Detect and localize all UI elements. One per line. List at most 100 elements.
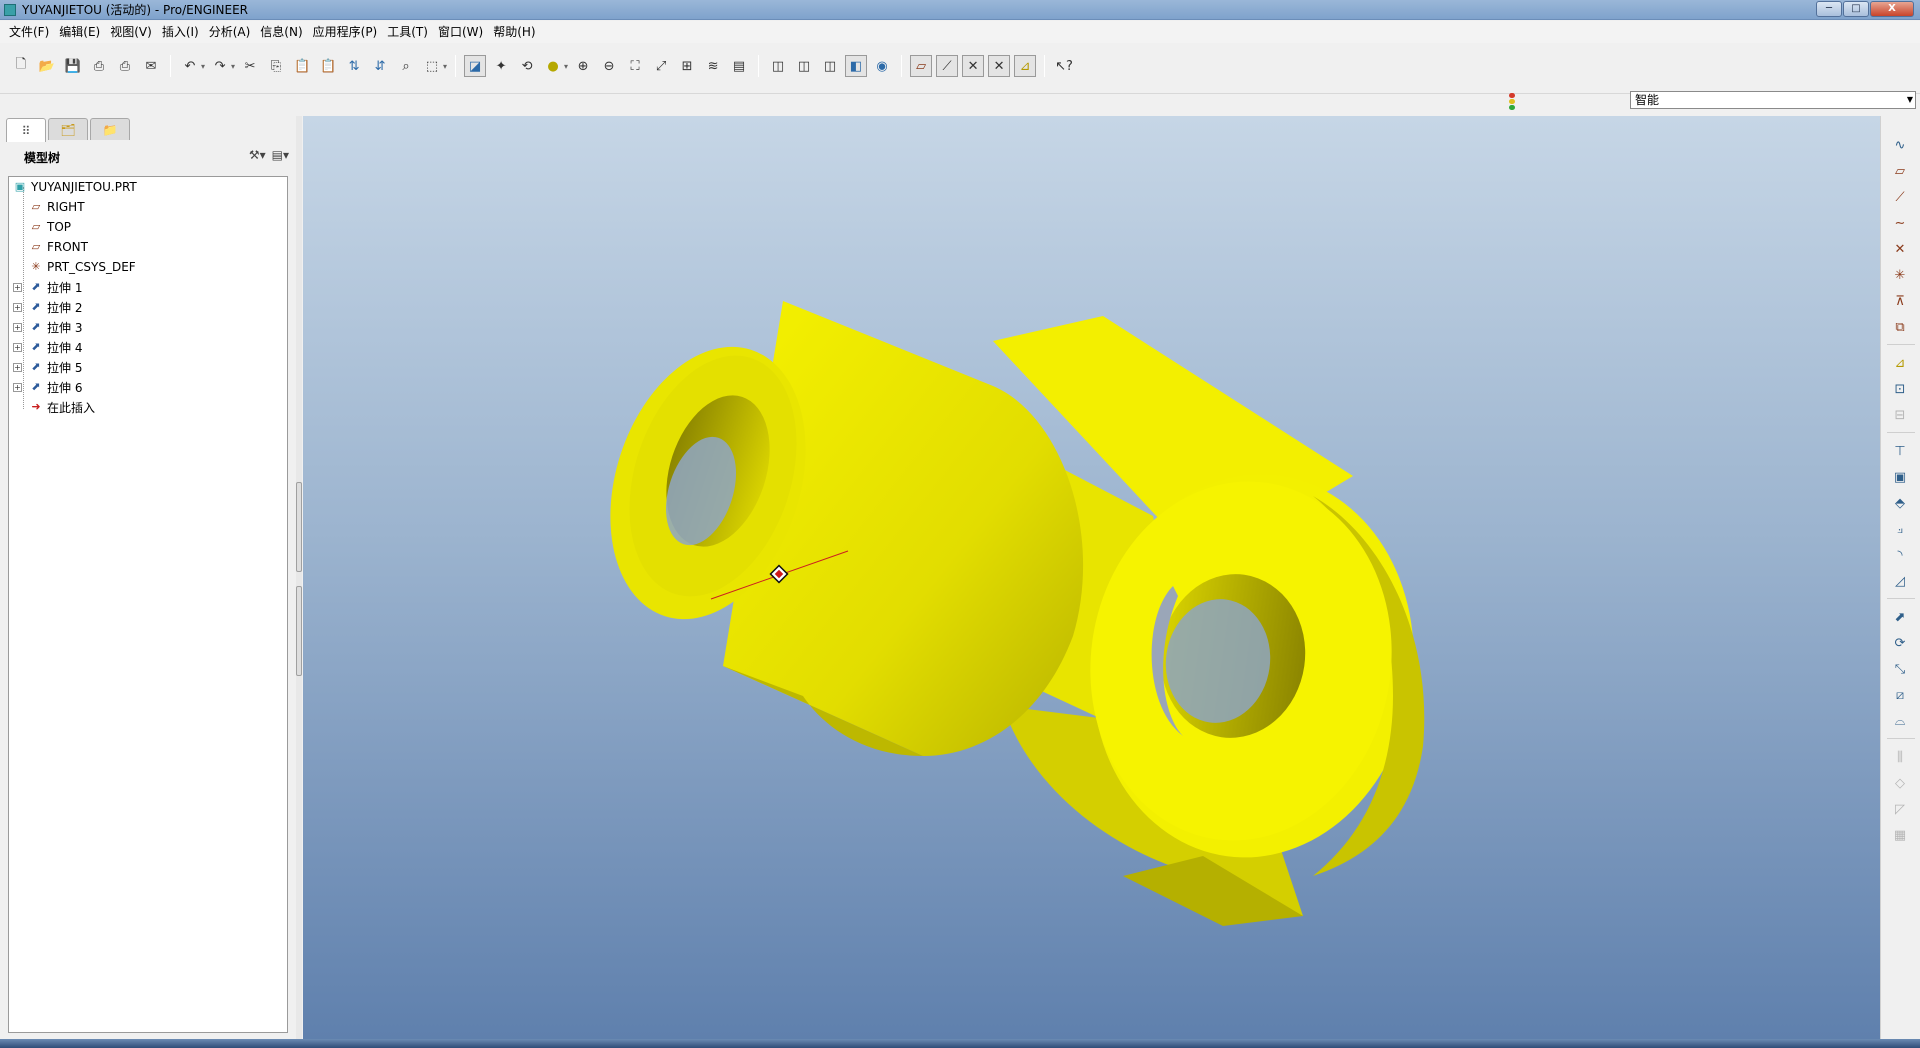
panel-splitter[interactable]: [296, 116, 302, 1039]
tree-item-extrude-6[interactable]: ⬈ 拉伸 6: [29, 377, 82, 397]
paste-special-icon[interactable]: 📋: [317, 55, 339, 77]
datum-ref-tool-icon[interactable]: ⧉: [1889, 316, 1911, 338]
tab-folder-browser[interactable]: 🗂: [48, 118, 88, 140]
spin-center-icon[interactable]: ✦: [490, 55, 512, 77]
analysis-tool-icon[interactable]: ⊼: [1889, 290, 1911, 312]
coordinate-systems-display-icon[interactable]: ✕: [988, 55, 1011, 77]
menu-window[interactable]: 窗口(W): [433, 21, 488, 43]
hidden-line-icon[interactable]: ◫: [793, 55, 815, 77]
tree-item-extrude-1[interactable]: ⬈ 拉伸 1: [29, 277, 82, 297]
shrinkwrap-icon[interactable]: ⊡: [1889, 378, 1911, 400]
tree-show-icon[interactable]: ▤▾: [272, 148, 289, 162]
variable-sweep-icon[interactable]: ⤡: [1889, 658, 1911, 680]
tree-root[interactable]: ▣ YUYANJIETOU.PRT: [13, 177, 137, 197]
datum-axis-tool-icon[interactable]: ⟋: [1889, 186, 1911, 208]
menu-info[interactable]: 信息(N): [255, 21, 307, 43]
close-button[interactable]: X: [1870, 1, 1914, 17]
menu-view[interactable]: 视图(V): [105, 21, 157, 43]
redo-icon[interactable]: ↷: [209, 55, 231, 77]
tab-model-tree[interactable]: ⠿: [6, 118, 46, 142]
tree-item-extrude-5[interactable]: ⬈ 拉伸 5: [29, 357, 82, 377]
reorient-icon[interactable]: ⤢: [650, 55, 672, 77]
splitter-grip-top[interactable]: [296, 482, 302, 572]
regenerate-manager-icon[interactable]: ⇵: [369, 55, 391, 77]
zoom-out-icon[interactable]: ⊖: [598, 55, 620, 77]
tree-item-csys[interactable]: ✳ PRT_CSYS_DEF: [29, 257, 135, 277]
trim-tool-icon[interactable]: ◸: [1889, 798, 1911, 820]
graphics-viewport[interactable]: [303, 116, 1880, 1039]
blend-tool-icon[interactable]: ⧄: [1889, 684, 1911, 706]
save-icon[interactable]: 💾: [62, 55, 84, 77]
datum-axes-display-icon[interactable]: ⟋: [936, 55, 959, 77]
csys-tool-icon[interactable]: ✳: [1889, 264, 1911, 286]
context-help-icon[interactable]: ↖?: [1053, 55, 1075, 77]
menu-tools[interactable]: 工具(T): [382, 21, 433, 43]
find-binoculars-icon[interactable]: ⌕: [395, 55, 417, 77]
expand-icon[interactable]: +: [13, 343, 22, 352]
paste-icon[interactable]: 📋: [291, 55, 313, 77]
publish-geometry-icon[interactable]: ⊟: [1889, 404, 1911, 426]
splitter-grip-bottom[interactable]: [296, 586, 302, 676]
layers-icon[interactable]: ≋: [702, 55, 724, 77]
appearance-dropdown-icon[interactable]: ▾: [564, 62, 568, 71]
extrude-tool-icon[interactable]: ⬈: [1889, 606, 1911, 628]
shell-tool-icon[interactable]: ▣: [1889, 466, 1911, 488]
zoom-in-icon[interactable]: ⊕: [572, 55, 594, 77]
enhanced-realism-icon[interactable]: ◉: [871, 55, 893, 77]
datum-plane-tool-icon[interactable]: ▱: [1889, 160, 1911, 182]
email-icon[interactable]: ✉: [140, 55, 162, 77]
print-preview-icon[interactable]: ⎙: [114, 55, 136, 77]
maximize-button[interactable]: □: [1843, 1, 1869, 17]
select-box-icon[interactable]: ⬚: [421, 55, 443, 77]
new-file-icon[interactable]: 🗋: [10, 55, 32, 77]
orient-mode-icon[interactable]: ⟲: [516, 55, 538, 77]
revolve-tool-icon[interactable]: ⟳: [1889, 632, 1911, 654]
annotations-display-icon[interactable]: ⊿: [1014, 55, 1037, 77]
expand-icon[interactable]: +: [13, 303, 22, 312]
repaint-icon[interactable]: ◪: [464, 55, 487, 77]
chamfer-tool-icon[interactable]: ◿: [1889, 570, 1911, 592]
menu-analysis[interactable]: 分析(A): [204, 21, 256, 43]
wireframe-icon[interactable]: ◫: [767, 55, 789, 77]
appearance-ball-icon[interactable]: ●: [542, 55, 564, 77]
copy-geometry-icon[interactable]: ⊿: [1889, 352, 1911, 374]
undo-icon[interactable]: ↶: [179, 55, 201, 77]
expand-icon[interactable]: +: [13, 363, 22, 372]
open-folder-icon[interactable]: 📂: [36, 55, 58, 77]
refit-icon[interactable]: ⛶: [624, 55, 646, 77]
select-dropdown-icon[interactable]: ▾: [443, 62, 447, 71]
minimize-button[interactable]: ─: [1816, 1, 1842, 17]
datum-points-display-icon[interactable]: ✕: [962, 55, 985, 77]
tree-item-right[interactable]: ▱ RIGHT: [29, 197, 85, 217]
pattern-tool-icon[interactable]: ▦: [1889, 824, 1911, 846]
tree-item-extrude-2[interactable]: ⬈ 拉伸 2: [29, 297, 82, 317]
copy-icon[interactable]: ⎘: [265, 55, 287, 77]
redo-dropdown-icon[interactable]: ▾: [231, 62, 235, 71]
menu-applications[interactable]: 应用程序(P): [308, 21, 383, 43]
shading-icon[interactable]: ◧: [845, 55, 868, 77]
sketch-icon[interactable]: ∿: [1889, 134, 1911, 156]
datum-curve-tool-icon[interactable]: ∼: [1889, 212, 1911, 234]
no-hidden-icon[interactable]: ◫: [819, 55, 841, 77]
datum-planes-display-icon[interactable]: ▱: [910, 55, 933, 77]
tree-item-extrude-4[interactable]: ⬈ 拉伸 4: [29, 337, 82, 357]
tab-favorites[interactable]: 📁: [90, 118, 130, 140]
mirror-tool-icon[interactable]: ⫼: [1889, 746, 1911, 768]
menu-insert[interactable]: 插入(I): [157, 21, 204, 43]
selection-filter-dropdown[interactable]: 智能 ▼: [1630, 91, 1916, 109]
view-manager-icon[interactable]: ▤: [728, 55, 750, 77]
boundary-blend-icon[interactable]: ⌓: [1889, 710, 1911, 732]
expand-icon[interactable]: +: [13, 383, 22, 392]
rib-tool-icon[interactable]: ⬘: [1889, 492, 1911, 514]
expand-icon[interactable]: +: [13, 323, 22, 332]
cut-icon[interactable]: ✂: [239, 55, 261, 77]
hole-tool-icon[interactable]: ⊤: [1889, 440, 1911, 462]
saved-views-icon[interactable]: ⊞: [676, 55, 698, 77]
round-tool-icon[interactable]: ◝: [1889, 544, 1911, 566]
tree-item-top[interactable]: ▱ TOP: [29, 217, 71, 237]
expand-icon[interactable]: +: [13, 283, 22, 292]
tree-item-front[interactable]: ▱ FRONT: [29, 237, 88, 257]
undo-dropdown-icon[interactable]: ▾: [201, 62, 205, 71]
menu-file[interactable]: 文件(F): [4, 21, 54, 43]
draft-tool-icon[interactable]: ⟓: [1889, 518, 1911, 540]
